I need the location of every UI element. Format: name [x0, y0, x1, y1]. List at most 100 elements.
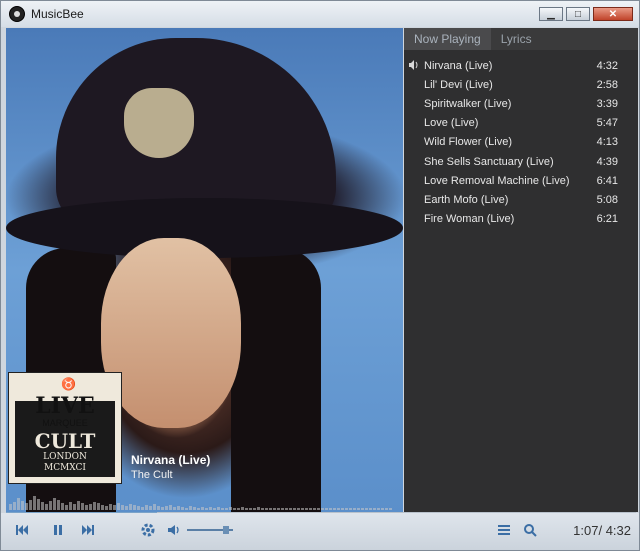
search-button[interactable] — [521, 521, 539, 539]
next-button[interactable] — [79, 521, 97, 539]
visualizer-bar — [89, 504, 92, 510]
visualizer-bar — [157, 506, 160, 510]
visualizer-bar — [137, 506, 140, 510]
playlist-track-duration: 5:47 — [596, 117, 618, 130]
visualizer-bar — [133, 505, 136, 510]
visualizer-bar — [17, 498, 20, 510]
now-playing-title: Nirvana (Live) — [131, 453, 211, 467]
playlist-track-title: Nirvana (Live) — [424, 59, 493, 72]
visualizer-bar — [377, 508, 380, 510]
minimize-button[interactable]: ▁ — [539, 7, 563, 21]
visualizer-bar — [281, 508, 284, 510]
visualizer-bar — [237, 508, 240, 510]
playlist-row[interactable]: Love Removal Machine (Live) 6:41 — [404, 171, 638, 190]
visualizer-bar — [97, 503, 100, 510]
visualizer-bar — [269, 508, 272, 510]
playlist-track-duration: 4:13 — [596, 136, 618, 149]
album-cover-line1: LIVE — [35, 393, 95, 419]
visualizer-bar — [141, 507, 144, 510]
playlist-row[interactable]: Love (Live) 5:47 — [404, 114, 638, 133]
playlist-row[interactable]: Spiritwalker (Live) 3:39 — [404, 94, 638, 113]
playlist-row[interactable]: Fire Woman (Live) 6:21 — [404, 210, 638, 229]
playlist-row[interactable]: Nirvana (Live) 4:32 — [404, 56, 638, 75]
playlist-track-title: Fire Woman (Live) — [424, 213, 515, 226]
visualizer-bar — [261, 508, 264, 510]
settings-button[interactable] — [139, 521, 157, 539]
tab-lyrics[interactable]: Lyrics — [491, 28, 542, 50]
search-icon — [524, 524, 537, 537]
album-cover-line5: MCMXCI — [43, 463, 86, 473]
playlist-row[interactable]: Earth Mofo (Live) 5:08 — [404, 190, 638, 209]
playlist-row[interactable]: Wild Flower (Live) 4:13 — [404, 133, 638, 152]
artwork-hair-right — [231, 248, 321, 512]
mute-button[interactable] — [165, 521, 183, 539]
visualizer-bar — [45, 504, 48, 510]
visualizer-bar — [73, 504, 76, 510]
visualizer-bar — [333, 508, 336, 510]
previous-icon — [16, 525, 28, 535]
close-button[interactable]: ✕ — [593, 7, 633, 21]
playlist-track-title: She Sells Sanctuary (Live) — [424, 155, 554, 168]
visualizer-bar — [61, 503, 64, 510]
visualizer-bar — [201, 507, 204, 510]
playlist-row[interactable]: Lil' Devi (Live) 2:58 — [404, 75, 638, 94]
now-playing-artist: The Cult — [131, 469, 173, 481]
visualizer-bar — [381, 508, 384, 510]
tab-now-playing[interactable]: Now Playing — [404, 28, 491, 50]
menu-icon — [498, 525, 510, 535]
app-window: MusicBee ▁ □ ✕ ♉ LIVE MARQUEE CULT LONDO… — [0, 0, 640, 551]
visualizer-bar — [317, 508, 320, 510]
visualizer-bar — [365, 508, 368, 510]
visualizer-bar — [373, 508, 376, 510]
visualizer-bar — [357, 508, 360, 510]
visualizer-bar — [53, 498, 56, 510]
visualizer-bar — [229, 507, 232, 510]
now-playing-panel: Now Playing Lyrics Nirvana (Live) 4:32 Lil… — [404, 28, 638, 512]
visualizer-bar — [325, 508, 328, 510]
visualizer-bar — [313, 508, 316, 510]
visualizer-bar — [353, 508, 356, 510]
title-bar[interactable]: MusicBee ▁ □ ✕ — [1, 1, 639, 27]
album-cover-line2: MARQUEE — [42, 418, 88, 428]
visualizer-bar — [49, 501, 52, 510]
artwork-skull — [124, 88, 194, 158]
visualizer-bar — [93, 502, 96, 510]
playlist-track-title: Spiritwalker (Live) — [424, 97, 512, 110]
visualizer-bar — [77, 501, 80, 510]
visualizer-bar — [33, 496, 36, 510]
visualizer-bar — [329, 508, 332, 510]
volume-slider-handle[interactable] — [223, 526, 230, 534]
visualizer-bar — [217, 507, 220, 510]
menu-button[interactable] — [495, 521, 513, 539]
visualizer-bar — [277, 508, 280, 510]
visualizer-bar — [257, 507, 260, 510]
visualizer-bar — [121, 505, 124, 510]
visualizer-bar — [169, 505, 172, 510]
spectrum-visualizer — [9, 488, 394, 510]
album-cover[interactable]: ♉ LIVE MARQUEE CULT LONDON MCMXCI — [8, 372, 122, 484]
visualizer-bar — [177, 506, 180, 510]
visualizer-bar — [105, 506, 108, 510]
visualizer-bar — [25, 503, 28, 510]
visualizer-bar — [29, 500, 32, 510]
visualizer-bar — [293, 508, 296, 510]
visualizer-bar — [65, 505, 68, 510]
visualizer-bar — [181, 507, 184, 510]
time-display: 1:07/ 4:32 — [573, 523, 631, 538]
pause-button[interactable] — [49, 521, 67, 539]
visualizer-bar — [153, 504, 156, 510]
pause-icon — [54, 525, 62, 535]
playlist-row[interactable]: She Sells Sanctuary (Live) 4:39 — [404, 152, 638, 171]
visualizer-bar — [297, 508, 300, 510]
visualizer-bar — [345, 508, 348, 510]
maximize-button[interactable]: □ — [566, 7, 590, 21]
visualizer-bar — [245, 508, 248, 510]
visualizer-bar — [241, 507, 244, 510]
playlist-track-title: Love Removal Machine (Live) — [424, 174, 570, 187]
window-title: MusicBee — [31, 7, 84, 21]
previous-button[interactable] — [13, 521, 31, 539]
visualizer-bar — [213, 508, 216, 510]
playlist-track-duration: 5:08 — [596, 193, 618, 206]
visualizer-bar — [125, 506, 128, 510]
visualizer-bar — [189, 506, 192, 510]
